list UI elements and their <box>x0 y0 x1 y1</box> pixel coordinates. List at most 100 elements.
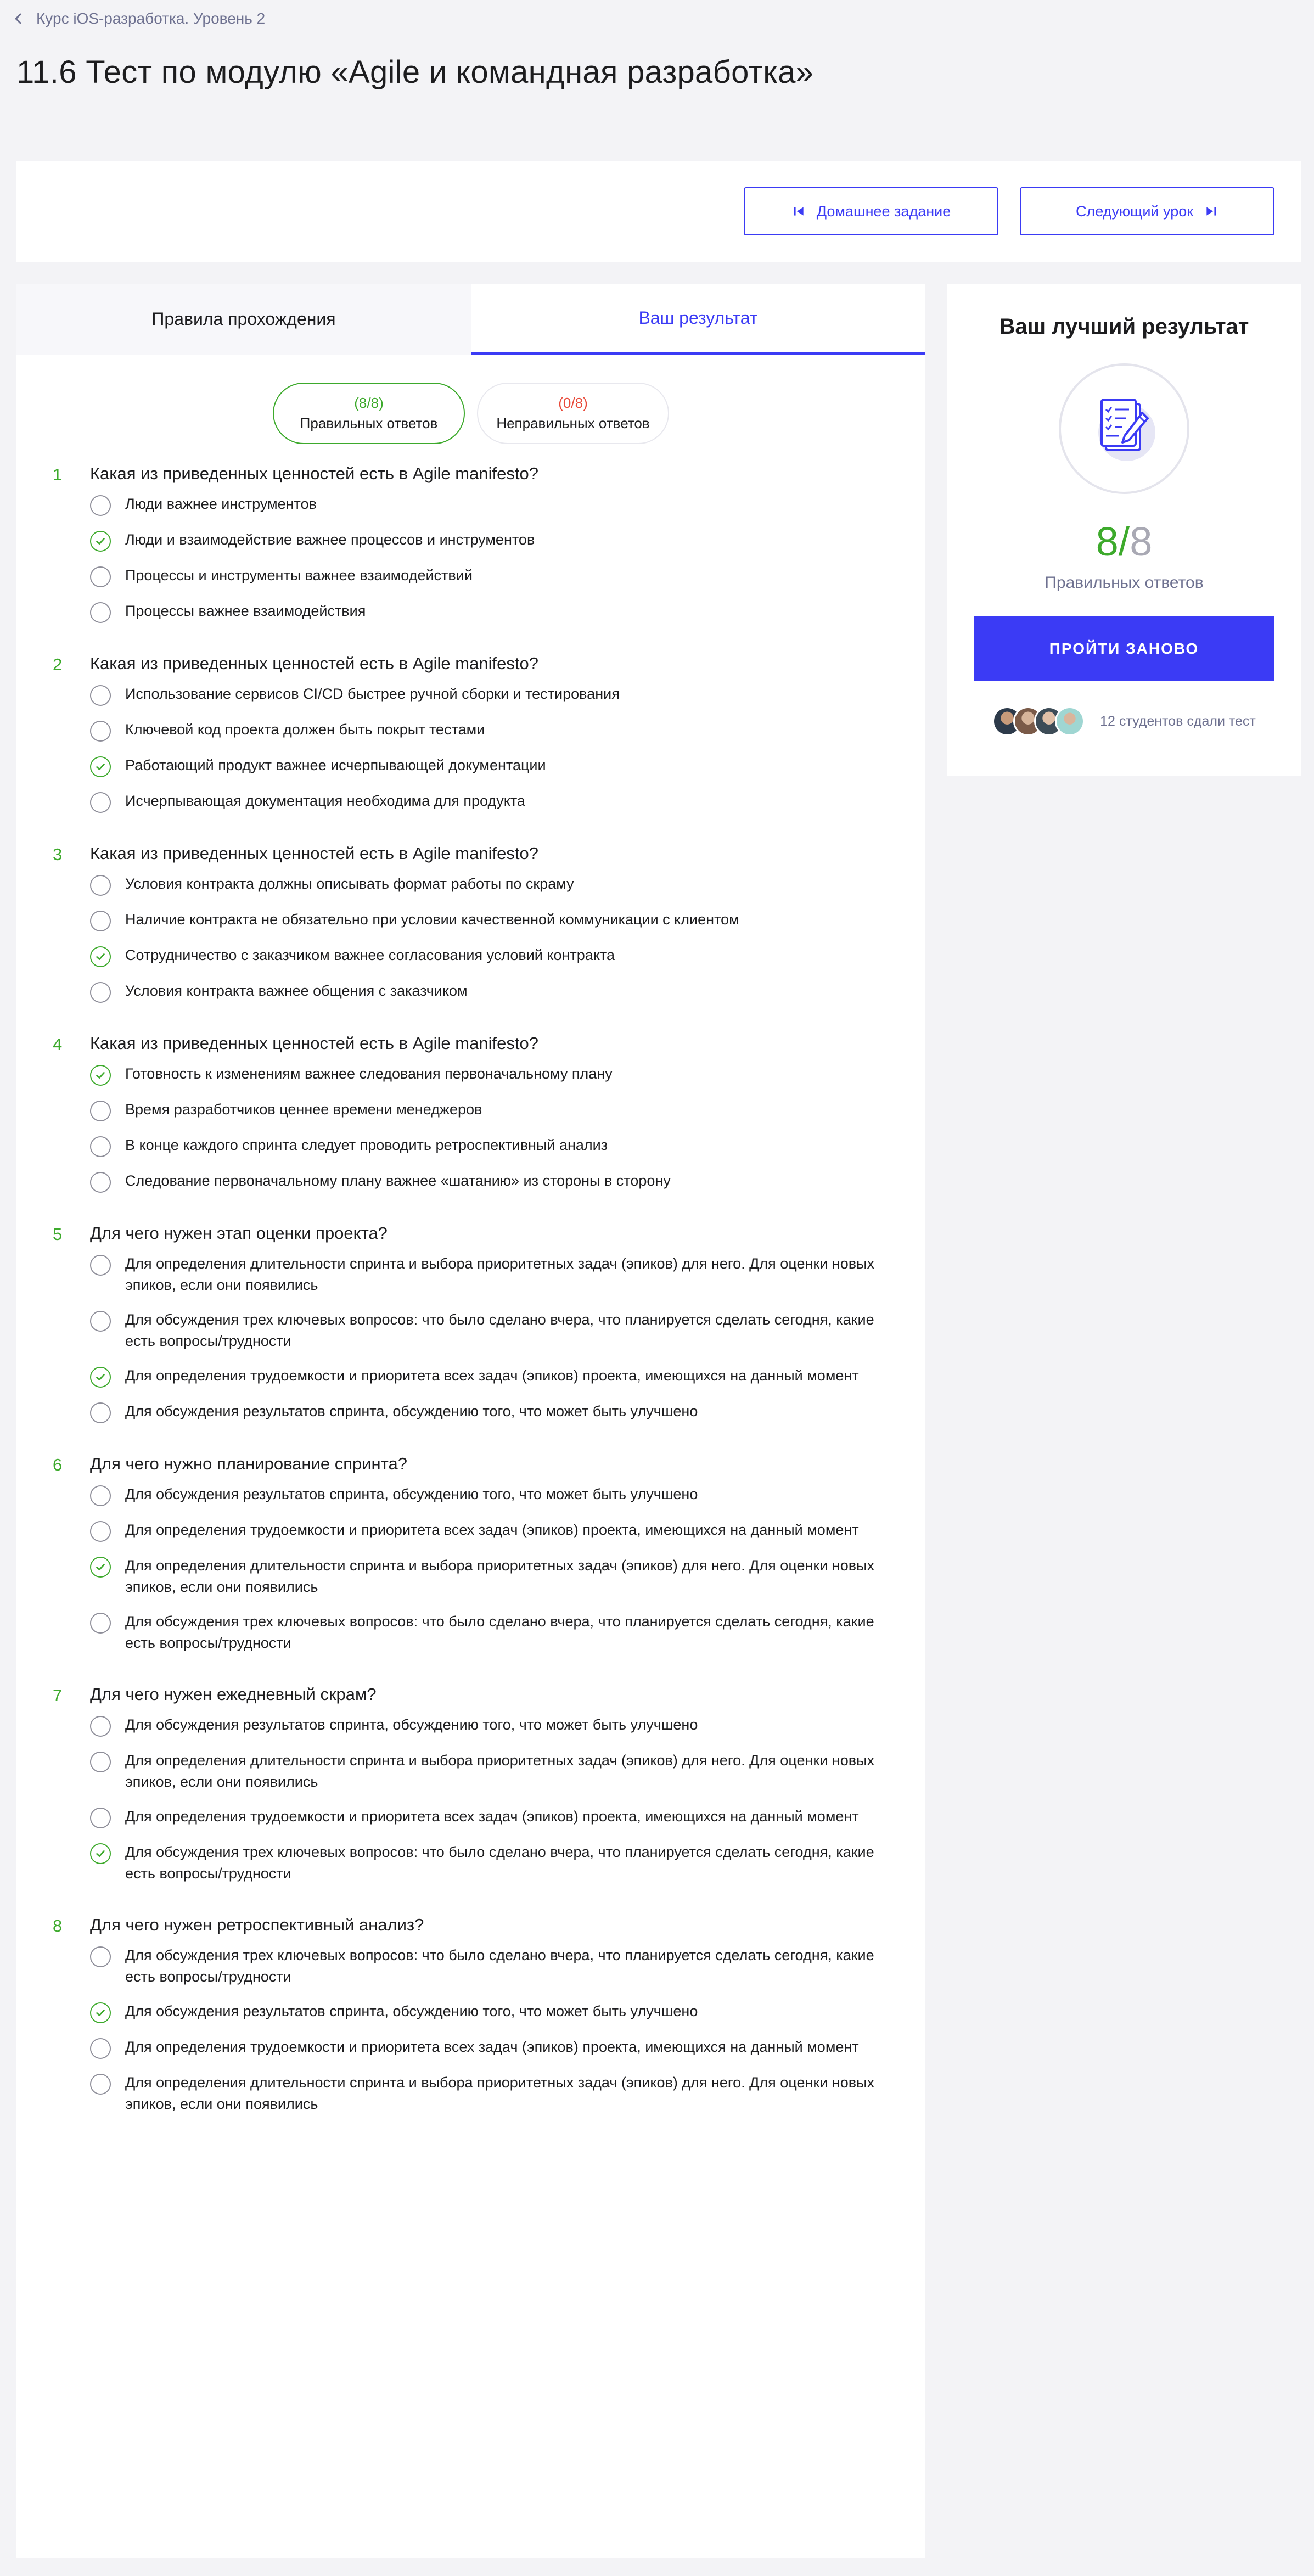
answer-option[interactable]: Для определения длительности спринта и в… <box>90 2074 925 2115</box>
answer-option[interactable]: Условия контракта должны описывать форма… <box>90 875 925 896</box>
radio-unchecked-icon[interactable] <box>90 1172 111 1193</box>
answer-option[interactable]: Условия контракта важнее общения с заказ… <box>90 982 925 1003</box>
answer-option[interactable]: Для обсуждения результатов спринта, обсу… <box>90 1716 925 1737</box>
answer-option[interactable]: Сотрудничество с заказчиком важнее согла… <box>90 946 925 967</box>
radio-unchecked-icon[interactable] <box>90 1311 111 1332</box>
answer-text: Для обсуждения трех ключевых вопросов: ч… <box>125 1947 874 1985</box>
checkmark-icon <box>96 538 105 545</box>
question-header: 4 Какая из приведенных ценностей есть в A… <box>53 1034 925 1054</box>
radio-unchecked-icon[interactable] <box>90 982 111 1003</box>
radio-unchecked-icon[interactable] <box>90 792 111 813</box>
radio-unchecked-icon[interactable] <box>90 566 111 587</box>
answer-text: Для определения длительности спринта и в… <box>125 1752 874 1790</box>
answer-option[interactable]: Для обсуждения результатов спринта, обсу… <box>90 1485 925 1506</box>
radio-unchecked-icon[interactable] <box>90 1716 111 1737</box>
answer-text: Для обсуждения трех ключевых вопросов: ч… <box>125 1311 874 1349</box>
tab-rules[interactable]: Правила прохождения <box>16 284 471 355</box>
radio-unchecked-icon[interactable] <box>90 1485 111 1506</box>
answer-option[interactable]: Для обсуждения трех ключевых вопросов: ч… <box>90 1613 925 1654</box>
answer-option[interactable]: Следование первоначальному плану важнее … <box>90 1172 925 1193</box>
radio-unchecked-icon[interactable] <box>90 495 111 516</box>
answer-option[interactable]: Для обсуждения результатов спринта, обсу… <box>90 2002 925 2023</box>
answer-option[interactable]: Для обсуждения результатов спринта, обсу… <box>90 1402 925 1423</box>
answer-text: Для определения длительности спринта и в… <box>125 1557 874 1595</box>
answer-option[interactable]: Готовность к изменениям важнее следовани… <box>90 1065 925 1086</box>
answer-option[interactable]: Люди важнее инструментов <box>90 495 925 516</box>
answer-text: Для обсуждения результатов спринта, обсу… <box>125 1716 698 1733</box>
radio-checked-icon[interactable] <box>90 1843 111 1864</box>
lesson-navbar: Домашнее задание Следующий урок <box>16 161 1301 262</box>
radio-unchecked-icon[interactable] <box>90 1521 111 1542</box>
page-title: 11.6 Тест по модулю «Agile и командная р… <box>16 54 814 90</box>
answer-option[interactable]: Процессы и инструменты важнее взаимодейс… <box>90 566 925 587</box>
radio-checked-icon[interactable] <box>90 1367 111 1388</box>
radio-unchecked-icon[interactable] <box>90 602 111 623</box>
answer-option[interactable]: Для определения трудоемкости и приоритет… <box>90 2038 925 2059</box>
radio-unchecked-icon[interactable] <box>90 2074 111 2095</box>
radio-checked-icon[interactable] <box>90 531 111 552</box>
answer-option[interactable]: В конце каждого спринта следует проводит… <box>90 1136 925 1157</box>
answer-option[interactable]: Люди и взаимодействие важнее процессов и… <box>90 531 925 552</box>
breadcrumb-label[interactable]: Курс iOS-разработка. Уровень 2 <box>36 10 265 27</box>
radio-unchecked-icon[interactable] <box>90 1946 111 1967</box>
answer-text: Люди и взаимодействие важнее процессов и… <box>125 531 535 548</box>
question-text: Какая из приведенных ценностей есть в Ag… <box>90 1034 538 1053</box>
retry-button[interactable]: ПРОЙТИ ЗАНОВО <box>974 616 1274 681</box>
question: 6 Для чего нужно планирование спринта? Для… <box>53 1454 925 1654</box>
answer-option[interactable]: Наличие контракта не обязательно при усл… <box>90 911 925 931</box>
radio-unchecked-icon[interactable] <box>90 685 111 706</box>
wrong-answers-filter[interactable]: (0/8) Неправильных ответов <box>477 383 669 444</box>
radio-unchecked-icon[interactable] <box>90 721 111 742</box>
answer-option[interactable]: Для определения длительности спринта и в… <box>90 1255 925 1296</box>
tab-bar: Правила прохождения Ваш результат <box>16 284 925 355</box>
answer-option[interactable]: Для определения трудоемкости и приоритет… <box>90 1808 925 1828</box>
answer-option[interactable]: Процессы важнее взаимодействия <box>90 602 925 623</box>
radio-unchecked-icon[interactable] <box>90 1136 111 1157</box>
answer-option[interactable]: Для обсуждения трех ключевых вопросов: ч… <box>90 1843 925 1884</box>
answer-option[interactable]: Исчерпывающая документация необходима дл… <box>90 792 925 813</box>
answer-option[interactable]: Работающий продукт важнее исчерпывающей … <box>90 756 925 777</box>
tab-result[interactable]: Ваш результат <box>471 284 925 355</box>
breadcrumb[interactable]: Курс iOS-разработка. Уровень 2 <box>15 10 265 27</box>
radio-unchecked-icon[interactable] <box>90 2038 111 2059</box>
answer-text: Условия контракта должны описывать форма… <box>125 875 574 892</box>
best-score: 8/8 <box>947 518 1301 565</box>
skip-next-icon <box>1206 207 1216 216</box>
answer-option[interactable]: Для определения длительности спринта и в… <box>90 1557 925 1598</box>
radio-checked-icon[interactable] <box>90 2002 111 2023</box>
radio-unchecked-icon[interactable] <box>90 1752 111 1772</box>
radio-unchecked-icon[interactable] <box>90 1255 111 1276</box>
answer-text: Условия контракта важнее общения с заказ… <box>125 983 468 999</box>
question-number: 3 <box>53 845 63 864</box>
question-header: 8 Для чего нужен ретроспективный анализ? <box>53 1915 925 1936</box>
students-passed-text: 12 студентов сдали тест <box>1100 713 1256 729</box>
radio-checked-icon[interactable] <box>90 756 111 777</box>
correct-answers-filter[interactable]: (8/8) Правильных ответов <box>273 383 465 444</box>
question-number: 6 <box>53 1455 63 1474</box>
radio-unchecked-icon[interactable] <box>90 1808 111 1828</box>
students-passed[interactable]: 12 студентов сдали тест <box>947 706 1301 736</box>
radio-checked-icon[interactable] <box>90 1065 111 1086</box>
answer-text: Для определения трудоемкости и приоритет… <box>125 1808 859 1825</box>
radio-checked-icon[interactable] <box>90 946 111 967</box>
homework-button[interactable]: Домашнее задание <box>744 187 998 235</box>
answer-option[interactable]: Для определения длительности спринта и в… <box>90 1752 925 1793</box>
radio-unchecked-icon[interactable] <box>90 875 111 896</box>
radio-unchecked-icon[interactable] <box>90 1613 111 1634</box>
radio-checked-icon[interactable] <box>90 1557 111 1578</box>
answer-option[interactable]: Время разработчиков ценнее времени менед… <box>90 1101 925 1121</box>
radio-unchecked-icon[interactable] <box>90 1101 111 1121</box>
test-card: Правила прохождения Ваш результат (8/8) … <box>16 284 925 2558</box>
answer-option[interactable]: Ключевой код проекта должен быть покрыт … <box>90 721 925 742</box>
question-header: 5 Для чего нужен этап оценки проекта? <box>53 1224 925 1244</box>
answer-option[interactable]: Для обсуждения трех ключевых вопросов: ч… <box>90 1946 925 1988</box>
next-lesson-button[interactable]: Следующий урок <box>1020 187 1274 235</box>
question-header: 3 Какая из приведенных ценностей есть в A… <box>53 844 925 865</box>
answer-text: Для обсуждения результатов спринта, обсу… <box>125 1403 698 1419</box>
answer-option[interactable]: Для обсуждения трех ключевых вопросов: ч… <box>90 1311 925 1352</box>
answer-option[interactable]: Для определения трудоемкости и приоритет… <box>90 1367 925 1388</box>
answer-option[interactable]: Использование сервисов CI/CD быстрее руч… <box>90 685 925 706</box>
radio-unchecked-icon[interactable] <box>90 1402 111 1423</box>
answer-option[interactable]: Для определения трудоемкости и приоритет… <box>90 1521 925 1542</box>
radio-unchecked-icon[interactable] <box>90 911 111 931</box>
